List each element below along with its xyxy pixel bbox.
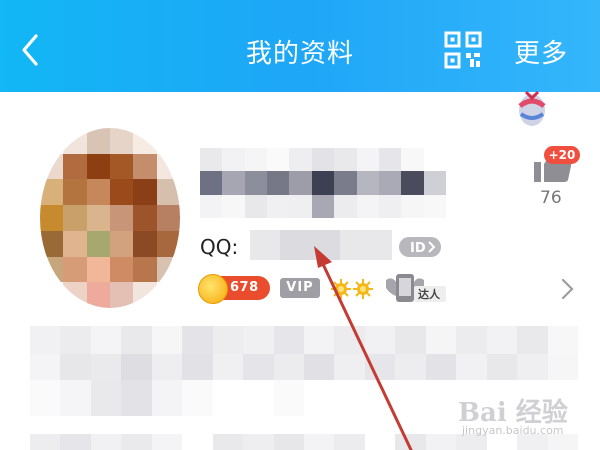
top-bar: 我的资料 更多 [0,0,600,92]
more-button[interactable]: 更多 [514,33,568,70]
master-badge: 达人 [384,272,446,304]
blurred-info-row [30,326,578,354]
avatar[interactable] [40,128,180,308]
chevron-right-icon[interactable] [560,276,576,302]
qq-label: QQ: [200,235,239,259]
qr-code-button[interactable] [444,31,482,69]
watermark-url: jingyan.baidu.com [462,424,564,437]
avatar-pixels [40,128,180,308]
vip-badge: VIP [280,278,320,298]
decoration-egg-icon [518,90,546,126]
nickname-pixels [200,148,446,218]
coin-count: 678 [230,280,259,295]
badge-row[interactable]: 678 VIP 达人 [198,272,460,306]
coin-icon [198,274,228,304]
nickname [200,148,446,218]
coin-badge: 678 [198,274,270,304]
sun-level-icon [331,279,373,299]
page-title: 我的资料 [245,39,354,69]
qr-code-icon [444,31,482,69]
svg-text:ID: ID [410,241,426,256]
id-badge-icon: ID [399,237,441,257]
master-label: 达人 [418,288,440,301]
like-increment-badge: +20 [544,146,580,164]
qq-number-redacted[interactable] [250,230,392,260]
id-icon[interactable]: ID [398,236,442,258]
like-count: 76 [540,188,562,208]
blurred-info-row [30,354,578,380]
